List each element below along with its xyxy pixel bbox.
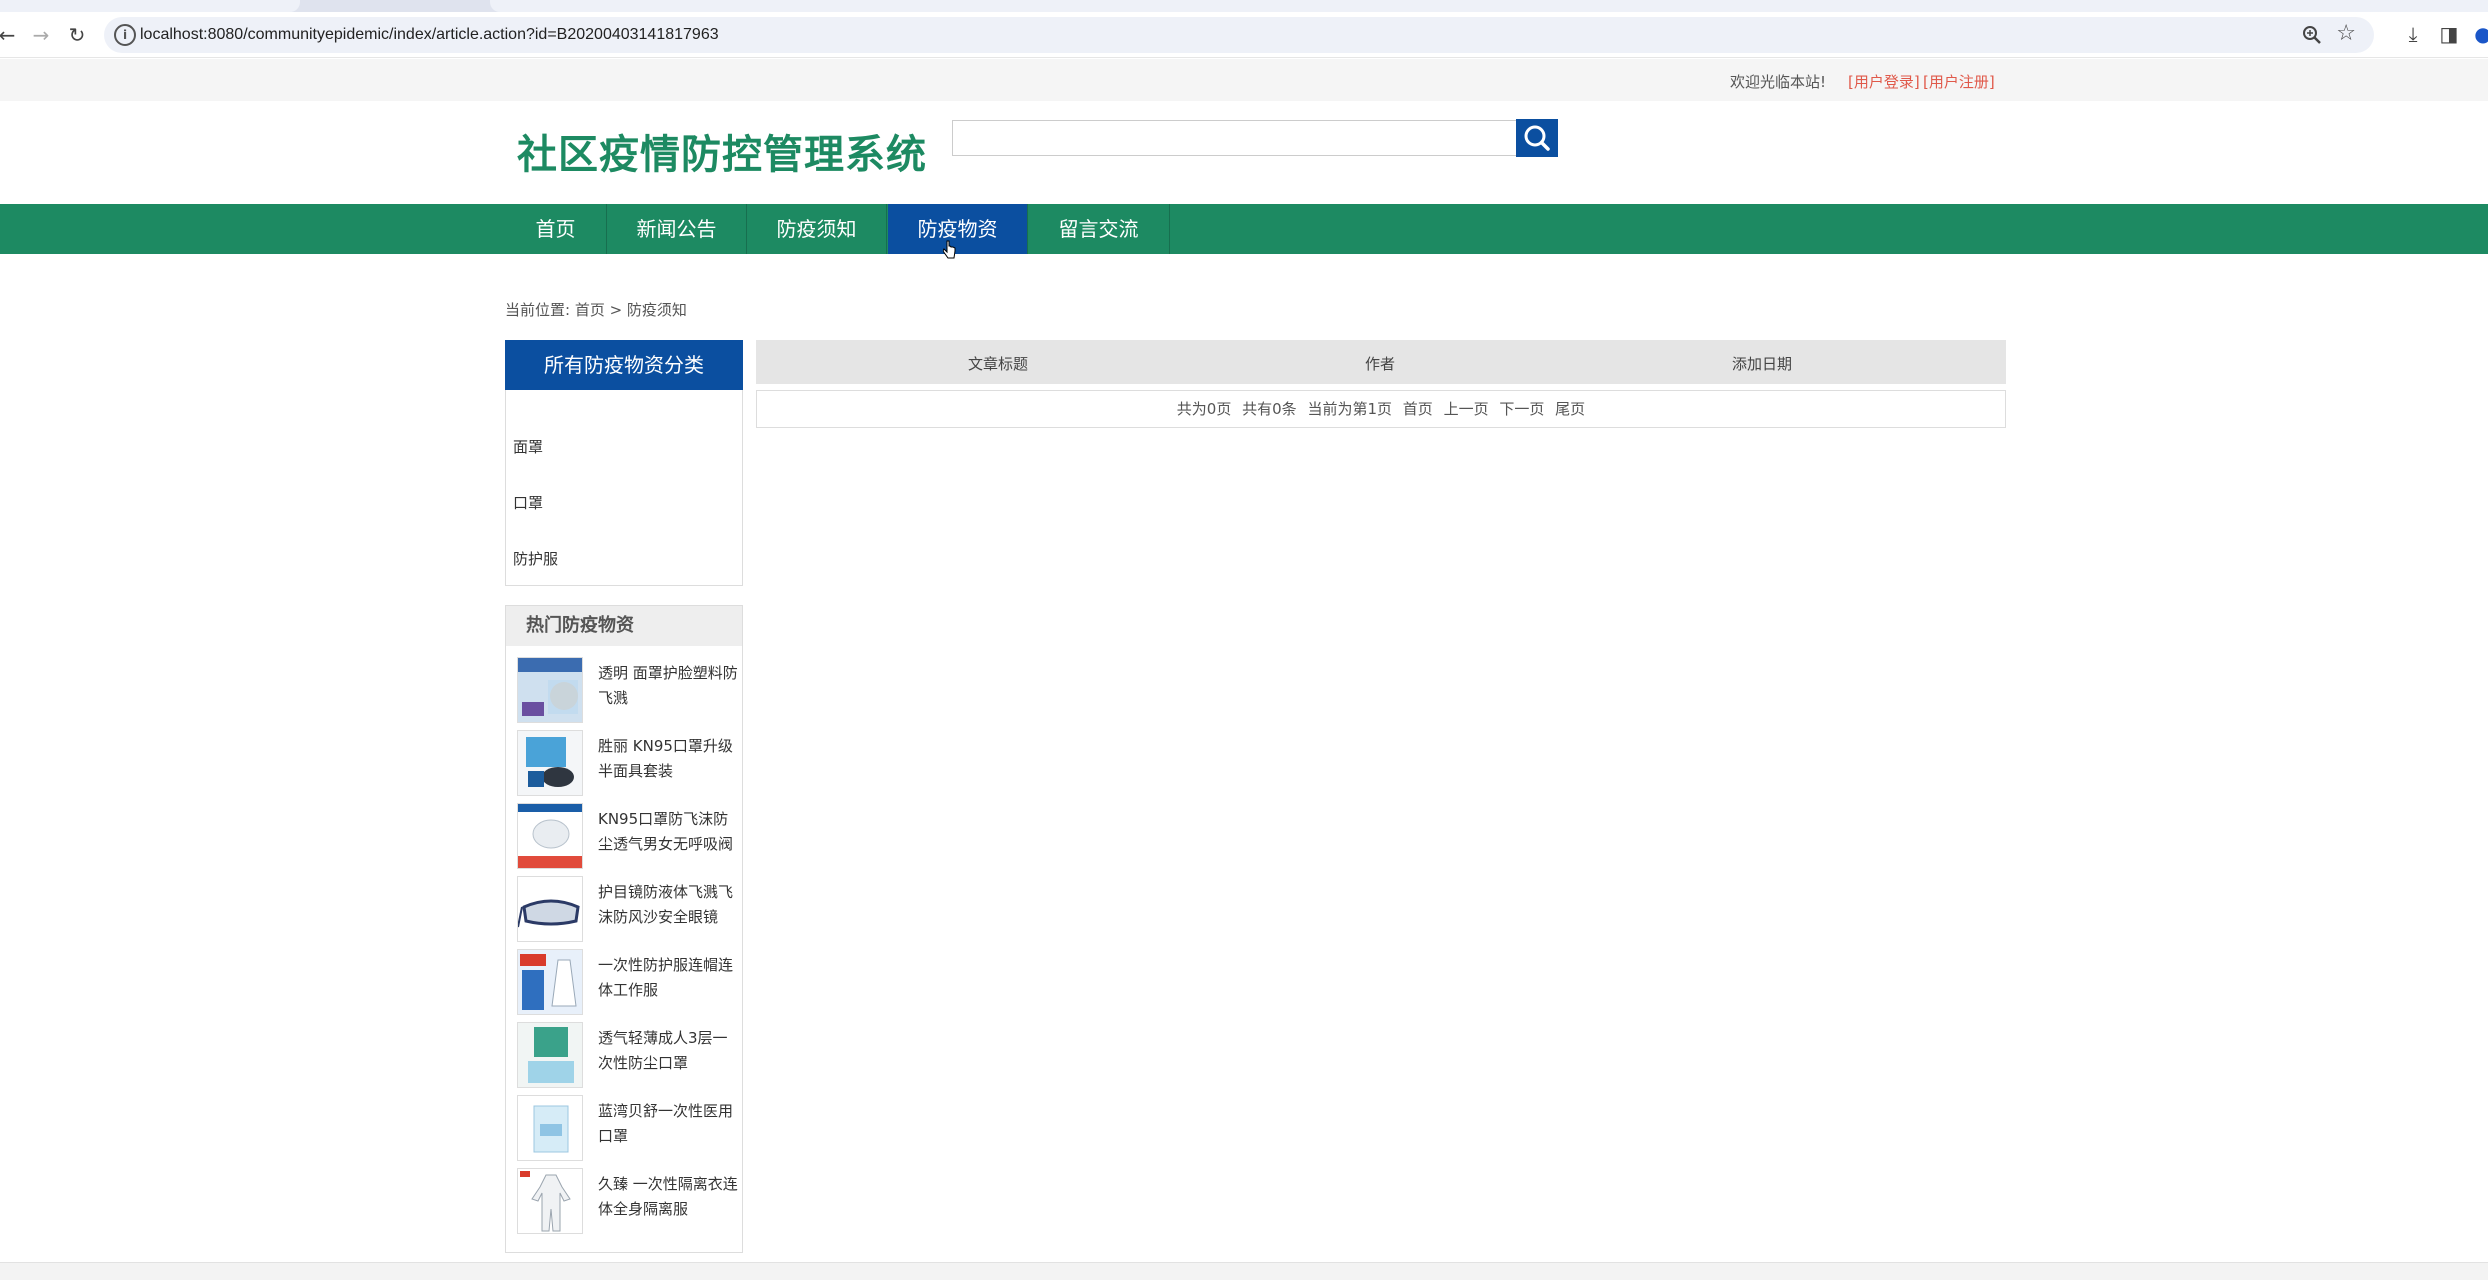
product-image[interactable] (517, 949, 583, 1015)
browser-tab-active[interactable] (490, 0, 2488, 12)
hot-item-name[interactable]: 一次性防护服连帽连体工作服 (598, 953, 738, 1003)
search-input[interactable] (952, 120, 1518, 156)
hot-item[interactable]: KN95口罩防飞沫防尘透气男女无呼吸阀 (517, 803, 737, 873)
hot-item[interactable]: 胜丽 KN95口罩升级半面具套装 (517, 730, 737, 800)
bookmark-star-icon[interactable]: ☆ (2336, 21, 2356, 46)
login-link[interactable]: [用户登录] (1848, 71, 1920, 92)
pagination: 共为0页 共有0条 当前为第1页 首页 上一页 下一页 尾页 (756, 390, 2006, 428)
browser-toolbar: ← → ↻ i localhost:8080/communityepidemic… (0, 12, 2488, 58)
nav-supplies[interactable]: 防疫物资 (888, 204, 1028, 254)
hot-item-name[interactable]: 护目镜防液体飞溅飞沫防风沙安全眼镜 (598, 880, 738, 930)
search-button[interactable] (1516, 119, 1558, 157)
product-image[interactable] (517, 657, 583, 723)
hot-item[interactable]: 透气轻薄成人3层一次性防尘口罩 (517, 1022, 737, 1092)
hot-item[interactable]: 一次性防护服连帽连体工作服 (517, 949, 737, 1019)
product-image[interactable] (517, 1168, 583, 1234)
hot-item-name[interactable]: 蓝湾贝舒一次性医用口罩 (598, 1099, 738, 1149)
next-page-link[interactable]: 下一页 (1499, 400, 1544, 418)
forward-icon[interactable]: → (28, 22, 54, 48)
category-item[interactable]: 口罩 (513, 492, 543, 513)
category-panel: 所有防疫物资分类 面罩 口罩 防护服 (505, 340, 743, 586)
hot-item-name[interactable]: 胜丽 KN95口罩升级半面具套装 (598, 734, 738, 784)
download-icon[interactable]: ⤓ (2400, 22, 2426, 46)
product-image[interactable] (517, 803, 583, 869)
category-item[interactable]: 防护服 (513, 548, 558, 569)
hot-item[interactable]: 久臻 一次性隔离衣连体全身隔离服 (517, 1168, 738, 1238)
site-logo[interactable]: 社区疫情防控管理系统 (517, 122, 927, 180)
zoom-icon[interactable] (2302, 25, 2322, 45)
hot-item[interactable]: 透明 面罩护脸塑料防飞溅 (517, 657, 738, 727)
category-item[interactable]: 面罩 (513, 436, 543, 457)
site-info-icon[interactable]: i (114, 24, 136, 46)
mouse-cursor-icon (943, 240, 956, 259)
search-icon (1524, 125, 1550, 151)
column-header-title: 文章标题 (968, 355, 1029, 373)
prev-page-link[interactable]: 上一页 (1444, 400, 1489, 418)
bottom-bar (0, 1262, 2488, 1280)
browser-tabstrip (0, 0, 2488, 12)
browser-tab[interactable] (0, 0, 300, 12)
nav-news[interactable]: 新闻公告 (607, 204, 747, 254)
hot-item-name[interactable]: KN95口罩防飞沫防尘透气男女无呼吸阀 (598, 807, 738, 857)
hot-item[interactable]: 蓝湾贝舒一次性医用口罩 (517, 1095, 737, 1165)
product-image[interactable] (517, 730, 583, 796)
hot-item-name[interactable]: 透气轻薄成人3层一次性防尘口罩 (598, 1026, 738, 1076)
back-icon[interactable]: ← (0, 22, 20, 48)
profile-icon[interactable]: ● (2470, 22, 2488, 46)
product-image[interactable] (517, 876, 583, 942)
nav-messages[interactable]: 留言交流 (1028, 204, 1170, 254)
nav-home[interactable]: 首页 (505, 204, 607, 254)
sidebar-icon[interactable]: ◨ (2436, 22, 2462, 46)
current-page: 当前为第1页 (1307, 400, 1392, 418)
column-header-date: 添加日期 (1732, 355, 1793, 373)
hot-item[interactable]: 护目镜防液体飞溅飞沫防风沙安全眼镜 (517, 876, 737, 946)
first-page-link[interactable]: 首页 (1403, 400, 1433, 418)
hot-supplies-panel: 热门防疫物资 透明 面罩护脸塑料防飞溅 胜丽 KN95口罩升级半面具套装 KN9… (505, 605, 743, 1253)
top-bar: 欢迎光临本站! [用户登录] [用户注册] (0, 59, 2488, 101)
breadcrumb: 当前位置: 首页 > 防疫须知 (505, 301, 687, 319)
register-link[interactable]: [用户注册] (1923, 71, 1995, 92)
url-text[interactable]: localhost:8080/communityepidemic/index/a… (140, 26, 719, 44)
category-title: 所有防疫物资分类 (505, 340, 743, 390)
welcome-text: 欢迎光临本站! (1730, 73, 1827, 91)
product-image[interactable] (517, 1022, 583, 1088)
column-header-author: 作者 (1365, 355, 1396, 373)
hot-item-name[interactable]: 久臻 一次性隔离衣连体全身隔离服 (598, 1172, 738, 1222)
product-image[interactable] (517, 1095, 583, 1161)
hot-supplies-title: 热门防疫物资 (506, 606, 742, 646)
address-bar[interactable]: i localhost:8080/communityepidemic/index… (104, 17, 2374, 53)
total-items: 共有0条 (1242, 400, 1297, 418)
main-nav: 首页 新闻公告 防疫须知 防疫物资 留言交流 (0, 204, 2488, 254)
last-page-link[interactable]: 尾页 (1555, 400, 1585, 418)
hot-item-name[interactable]: 透明 面罩护脸塑料防飞溅 (598, 661, 738, 711)
reload-icon[interactable]: ↻ (64, 22, 90, 48)
table-header: 文章标题 作者 添加日期 (756, 340, 2006, 384)
total-pages: 共为0页 (1176, 400, 1232, 418)
nav-notice[interactable]: 防疫须知 (747, 204, 887, 254)
